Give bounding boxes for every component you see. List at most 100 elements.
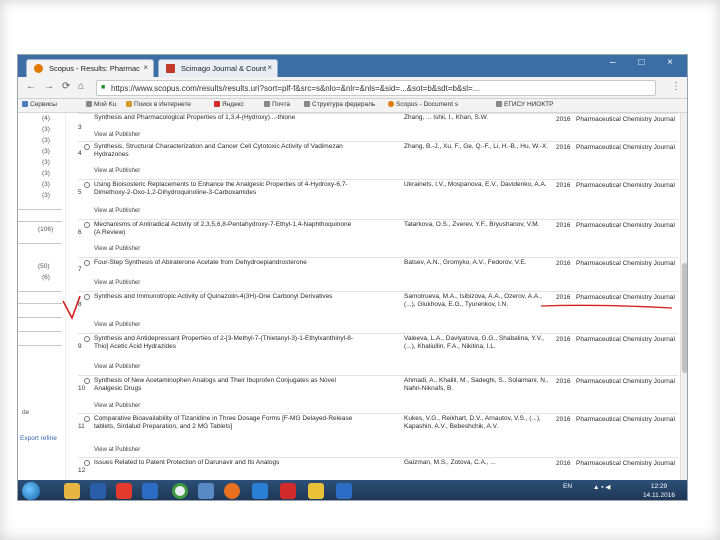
bookmark-item[interactable]: Структура федераль: [304, 101, 375, 108]
result-source[interactable]: Pharmaceutical Chemistry Journal: [576, 222, 675, 229]
divider: [18, 345, 62, 346]
select-checkbox[interactable]: [84, 144, 90, 150]
view-at-publisher-link[interactable]: View at Publisher: [94, 447, 140, 453]
mail-icon[interactable]: [308, 483, 324, 499]
result-title[interactable]: Comparative Bioavailability of Tizanidin…: [94, 415, 356, 431]
word-icon[interactable]: [336, 483, 352, 499]
result-authors[interactable]: Samotrueva, M.A., Isibizova, A.A., Ozero…: [404, 293, 552, 309]
tab-scopus[interactable]: Scopus - Results: Pharmac ×: [26, 59, 154, 77]
close-icon[interactable]: ×: [267, 63, 272, 72]
firefox-icon[interactable]: [224, 483, 240, 499]
view-at-publisher-link[interactable]: View at Publisher: [94, 168, 140, 174]
result-authors[interactable]: Zhang, ... Ishii, I., Khan, S.W.: [404, 114, 552, 122]
result-source[interactable]: Pharmaceutical Chemistry Journal: [576, 294, 675, 301]
bookmark-item[interactable]: Яндекс: [214, 101, 244, 108]
result-title[interactable]: Synthesis of New Acetaminophen Analogs a…: [94, 377, 356, 393]
result-authors[interactable]: Batsev, A.N., Gromyko, A.V., Fedorov, V.…: [404, 259, 552, 267]
media-player-icon[interactable]: [90, 483, 106, 499]
result-source[interactable]: Pharmaceutical Chemistry Journal: [576, 416, 675, 423]
result-year: 2016: [556, 294, 571, 301]
result-authors[interactable]: Kukes, V.G., Reikhart, D.V., Arnautov, V…: [404, 415, 552, 431]
bookmark-item[interactable]: Scopus - Document s: [388, 101, 458, 108]
divider: [18, 331, 62, 332]
files-icon[interactable]: [198, 483, 214, 499]
result-title[interactable]: Synthesis and Pharmacological Properties…: [94, 114, 356, 122]
select-checkbox[interactable]: [84, 182, 90, 188]
result-source[interactable]: Pharmaceutical Chemistry Journal: [576, 378, 675, 385]
scrollbar[interactable]: [680, 113, 687, 480]
result-title[interactable]: Synthesis and Immunotropic Activity of Q…: [94, 293, 356, 301]
result-title[interactable]: Synthesis, Structural Characterization a…: [94, 143, 356, 159]
home-icon[interactable]: ⌂: [78, 81, 84, 92]
select-checkbox[interactable]: [84, 336, 90, 342]
bookmark-item[interactable]: Поиск в Интернете: [126, 101, 191, 108]
start-button[interactable]: [22, 482, 40, 500]
mail-icon: [264, 101, 270, 107]
result-title[interactable]: Issues Related to Patent Protection of D…: [94, 459, 356, 467]
bookmark-item[interactable]: ЕГИСУ НИОКТР: [496, 101, 553, 108]
bookmarks-bar: Сервисы Мой Ku Поиск в Интернете Яндекс …: [18, 99, 687, 113]
result-title[interactable]: Four-Step Synthesis of Abiraterone Aceta…: [94, 259, 356, 267]
select-checkbox[interactable]: [84, 222, 90, 228]
acrobat-icon[interactable]: [116, 483, 132, 499]
tab-scimago[interactable]: Scimago Journal & Count ×: [158, 59, 278, 77]
result-authors[interactable]: Valeeva, L.A., Davlyatova, G.G., Shabali…: [404, 335, 552, 351]
view-at-publisher-link[interactable]: View at Publisher: [94, 364, 140, 370]
divider: [18, 243, 62, 244]
view-at-publisher-link[interactable]: View at Publisher: [94, 403, 140, 409]
reload-icon[interactable]: ⟳: [62, 81, 70, 92]
word-icon[interactable]: [142, 483, 158, 499]
yandex-icon[interactable]: [280, 483, 296, 499]
scroll-thumb[interactable]: [682, 263, 687, 373]
bookmark-item[interactable]: Сервисы: [22, 101, 57, 108]
view-at-publisher-link[interactable]: View at Publisher: [94, 280, 140, 286]
result-authors[interactable]: Zhang, B.-J., Xu, F., Ge, Q.-F., Li, H.-…: [404, 143, 552, 151]
result-source[interactable]: Pharmaceutical Chemistry Journal: [576, 260, 675, 267]
result-year: 2016: [556, 222, 571, 229]
result-source[interactable]: Pharmaceutical Chemistry Journal: [576, 460, 675, 467]
result-authors[interactable]: Tatarkova, O.S., Zverev, Y.F., Bryushano…: [404, 221, 552, 229]
result-source[interactable]: Pharmaceutical Chemistry Journal: [576, 144, 675, 151]
select-checkbox[interactable]: [84, 294, 90, 300]
menu-icon[interactable]: ⋮: [671, 81, 681, 92]
browser-window: Scopus - Results: Pharmac × Scimago Jour…: [17, 54, 688, 501]
result-year: 2016: [556, 182, 571, 189]
select-checkbox[interactable]: [84, 260, 90, 266]
result-title[interactable]: Mechanisms of Antiradical Activity of 2,…: [94, 221, 356, 237]
language-indicator[interactable]: EN: [563, 483, 572, 490]
select-checkbox[interactable]: [84, 416, 90, 422]
chrome-icon[interactable]: [172, 483, 188, 499]
scopus-icon: [34, 64, 43, 73]
tray-icons[interactable]: ▲ ▪ ◀: [593, 483, 610, 491]
view-at-publisher-link[interactable]: View at Publisher: [94, 246, 140, 252]
explorer-icon[interactable]: [64, 483, 80, 499]
result-year: 2016: [556, 336, 571, 343]
select-checkbox[interactable]: [84, 460, 90, 466]
view-at-publisher-link[interactable]: View at Publisher: [94, 208, 140, 214]
clock[interactable]: 12:29 14.11.2016: [643, 482, 675, 500]
result-year: 2016: [556, 144, 571, 151]
tab-strip: Scopus - Results: Pharmac × Scimago Jour…: [18, 55, 687, 77]
bookmark-item[interactable]: Мой Ku: [86, 101, 117, 108]
result-source[interactable]: Pharmaceutical Chemistry Journal: [576, 336, 675, 343]
view-at-publisher-link[interactable]: View at Publisher: [94, 322, 140, 328]
result-title[interactable]: Using Bioisosteric Replacements to Enhan…: [94, 181, 356, 197]
close-icon[interactable]: ×: [143, 63, 148, 72]
export-refine-link[interactable]: Export refine: [20, 435, 57, 442]
refine-sidebar: (4) (3) (3) (3) (3) (3) (3) (3) (106) (5…: [18, 113, 66, 480]
yandex-icon: [214, 101, 220, 107]
view-at-publisher-link[interactable]: View at Publisher: [94, 132, 140, 138]
url-input[interactable]: ■ https://www.scopus.com/results/results…: [96, 80, 656, 96]
result-title[interactable]: Synthesis and Antidepressant Properties …: [94, 335, 356, 351]
forward-icon[interactable]: →: [44, 81, 54, 92]
app-icon[interactable]: [252, 483, 268, 499]
result-source[interactable]: Pharmaceutical Chemistry Journal: [576, 116, 675, 123]
back-icon[interactable]: ←: [26, 81, 36, 92]
result-authors[interactable]: Gaizman, M.S., Zotova, C.A., ...: [404, 459, 552, 467]
window-controls[interactable]: – □ ×: [610, 57, 683, 68]
result-authors[interactable]: Ukrainets, I.V., Mospanova, E.V., Davide…: [404, 181, 552, 189]
bookmark-item[interactable]: Почта: [264, 101, 290, 108]
result-source[interactable]: Pharmaceutical Chemistry Journal: [576, 182, 675, 189]
result-authors[interactable]: Ahmadi, A., Khalili, M., Sadeghi, S., So…: [404, 377, 552, 393]
select-checkbox[interactable]: [84, 378, 90, 384]
